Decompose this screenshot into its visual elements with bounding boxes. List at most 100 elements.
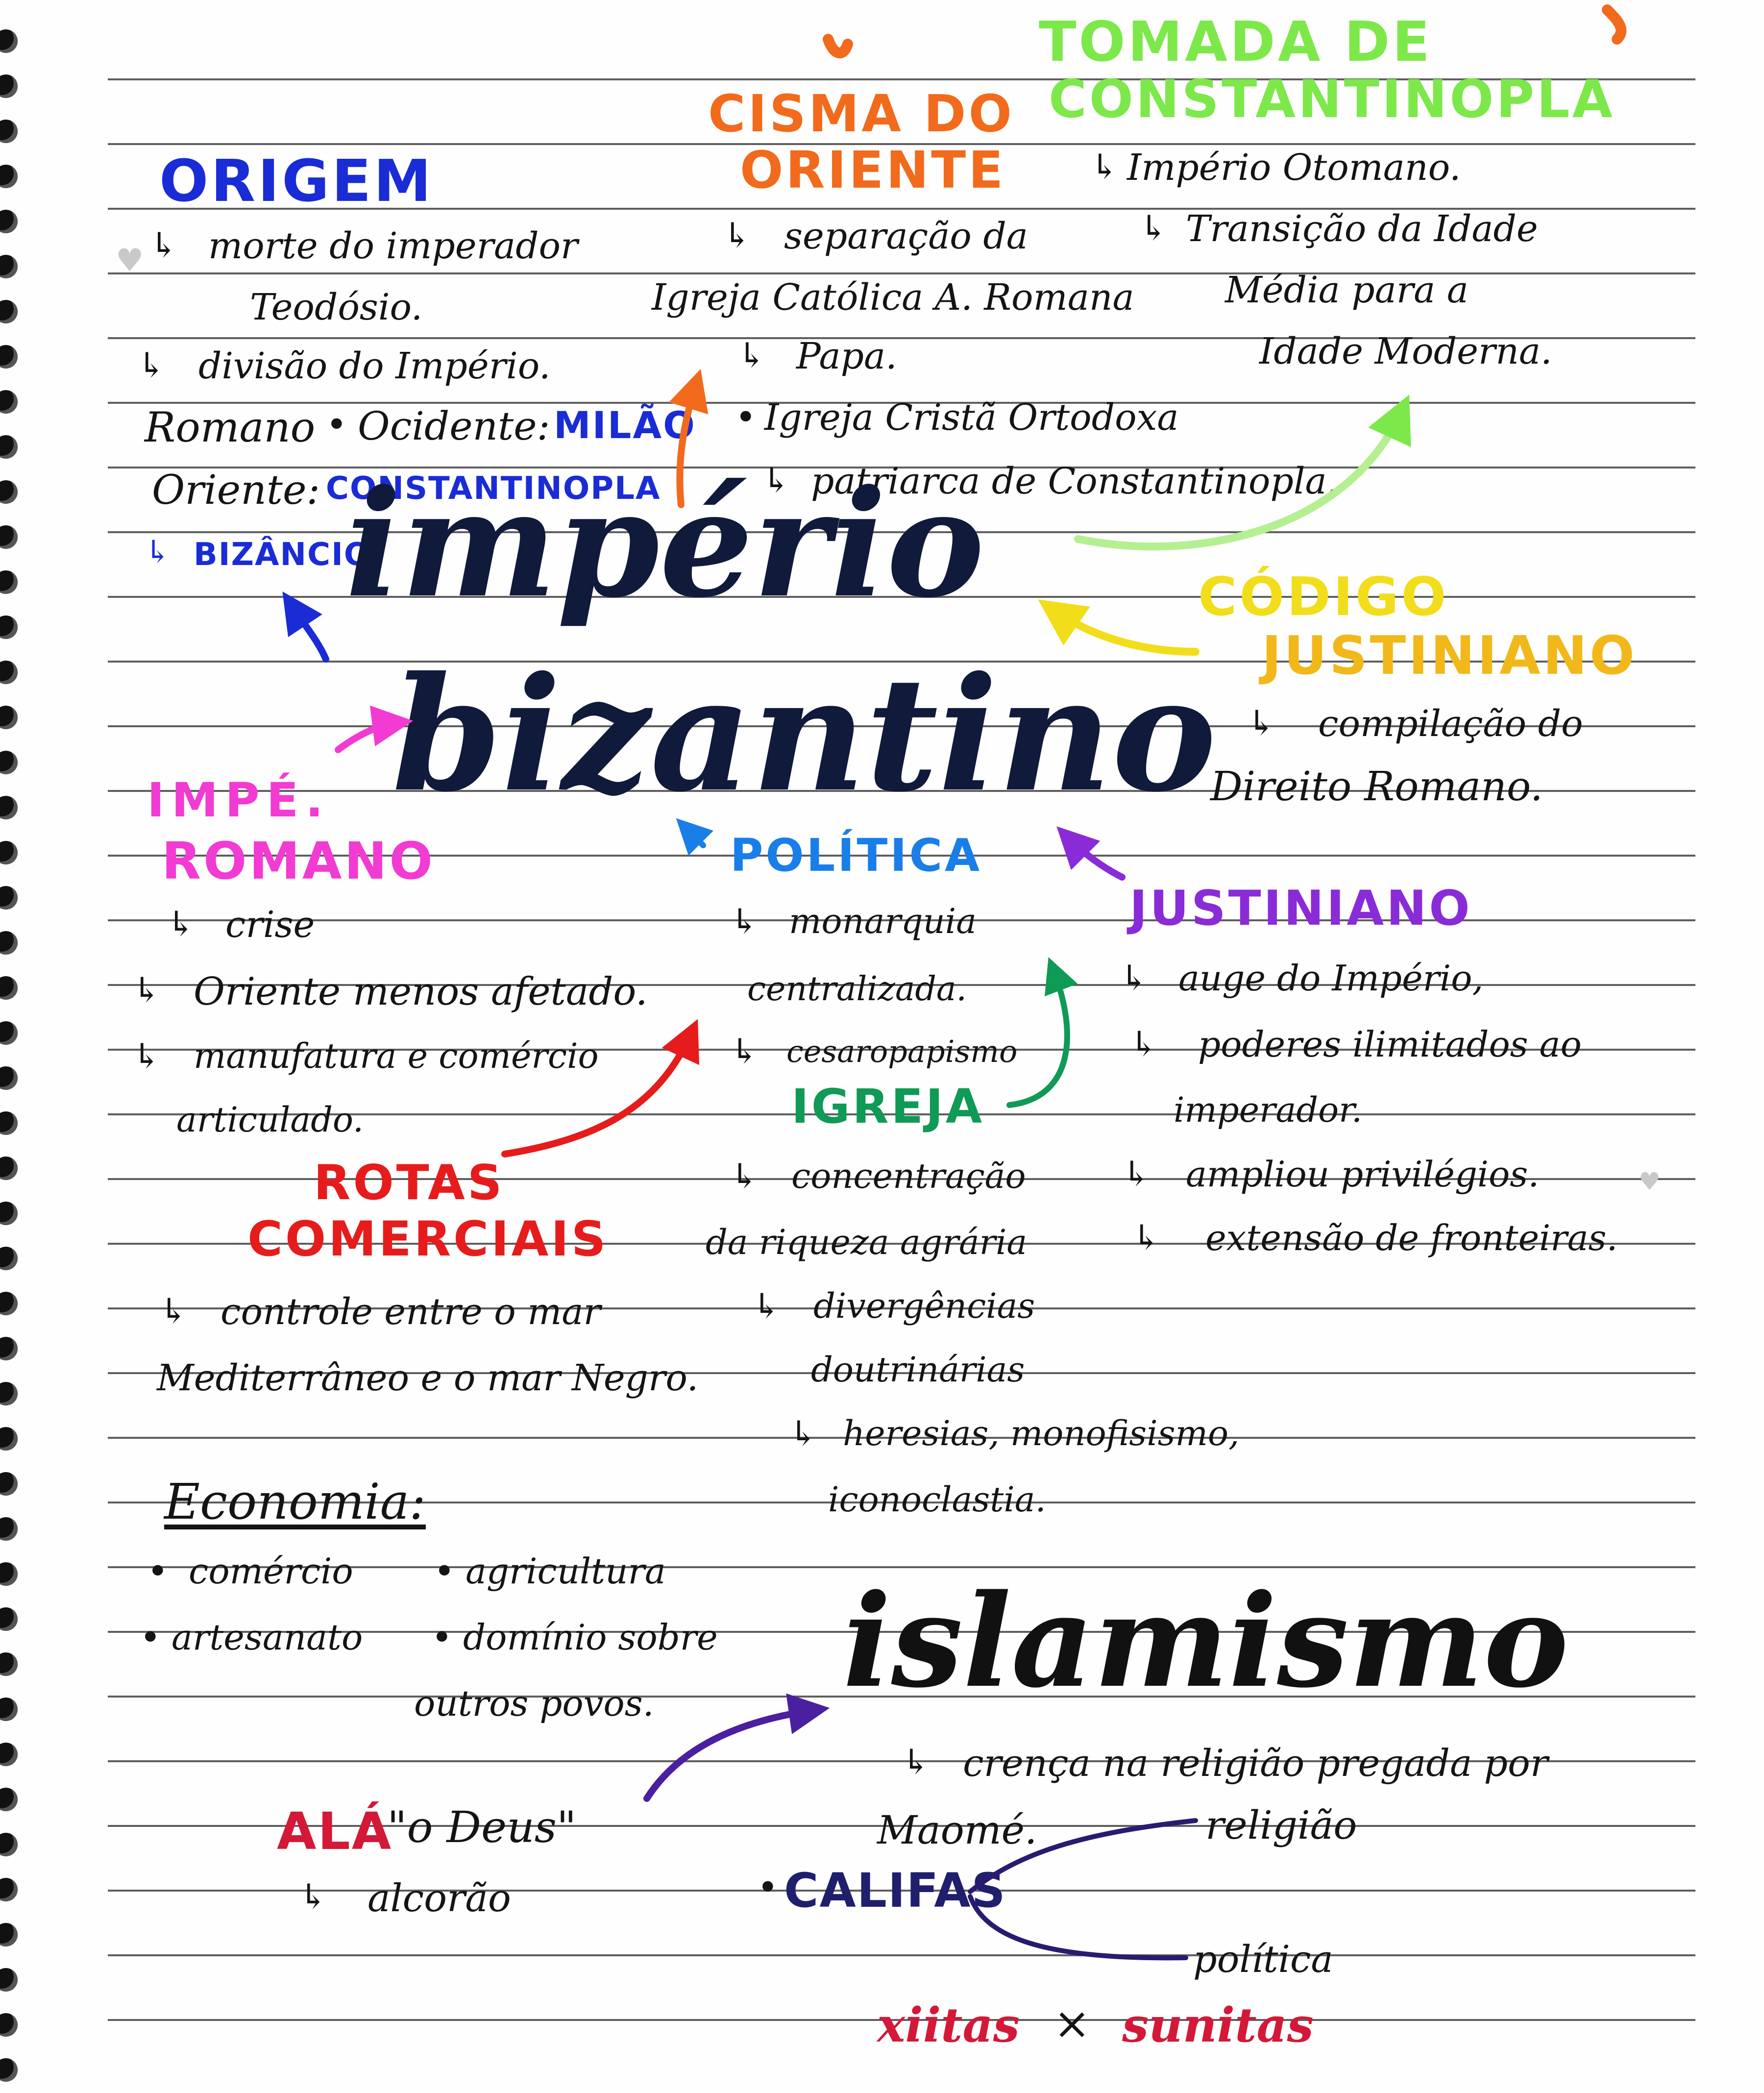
spiral-ring <box>0 1878 18 1901</box>
spiral-ring <box>0 1743 18 1766</box>
origem-ocidente: Ocidente: <box>358 403 550 449</box>
codigo-title-line1: CÓDIGO <box>1198 566 1449 628</box>
politica-line-3: cesaropapismo <box>786 1034 1018 1069</box>
spiral-ring <box>0 1292 18 1315</box>
politica-line-1: monarquia <box>789 901 977 941</box>
tomada-bullet-2-cont1: Média para a <box>1225 269 1469 311</box>
igreja-line-5: heresias, monofisismo, <box>843 1413 1240 1453</box>
bullet-icon: • <box>140 1617 161 1659</box>
spiral-ring <box>0 390 18 414</box>
arrow-icon: ↳ <box>167 904 196 944</box>
origem-oriente: Oriente: <box>152 467 320 514</box>
origem-line-1: morte do imperador <box>208 225 578 267</box>
islamismo-title: islamismo <box>843 1567 1569 1716</box>
justiniano-line-3: imperador. <box>1174 1090 1363 1130</box>
spiral-ring <box>0 1382 18 1405</box>
igreja-line-3: divergências <box>813 1286 1035 1326</box>
cisma-line-1: separação da <box>784 215 1028 257</box>
spiral-ring <box>0 1427 18 1451</box>
cisma-title-line1: CISMA DO <box>708 84 1014 144</box>
spiral-ring <box>0 1652 18 1676</box>
economia-item-4-cont: outros povos. <box>414 1683 654 1724</box>
califas-politica: política <box>1193 1937 1333 1981</box>
igreja-line-2: da riqueza agrária <box>706 1222 1028 1262</box>
spiral-ring <box>0 841 18 864</box>
bullet-icon: • <box>147 1551 169 1593</box>
heart-sticker-icon: ♥ <box>116 243 144 279</box>
islamismo-line-2: Maomé. <box>877 1807 1037 1853</box>
spiral-ring <box>0 661 18 684</box>
spiral-ring <box>0 165 18 188</box>
spiral-ring <box>0 1202 18 1225</box>
economia-item-4: domínio sobre <box>463 1617 718 1658</box>
impe-romano-title-line1: IMPÉ. <box>147 773 330 828</box>
califas-label: CALIFAS <box>784 1863 1006 1918</box>
rotas-line-1: controle entre o mar <box>220 1291 601 1333</box>
economia-title: Economia: <box>164 1473 426 1530</box>
arrow-icon: ↳ <box>1129 1024 1158 1064</box>
spiral-ring <box>0 2013 18 2037</box>
cisma-line-3: Papa. <box>796 335 897 377</box>
spiral-ring <box>0 1923 18 1946</box>
spiral-ring <box>0 120 18 143</box>
rule-line <box>108 1954 1695 1956</box>
arrow-icon: ↳ <box>159 1291 188 1331</box>
arrow-icon: ↳ <box>730 1156 759 1196</box>
arrow-icon: ↳ <box>1090 147 1119 187</box>
spiral-ring <box>0 1111 18 1135</box>
main-title-bizantino: bizantino <box>392 643 1217 827</box>
arrow-icon: ↳ <box>1120 958 1149 998</box>
justiniano-line-4: ampliou privilégios. <box>1186 1154 1540 1195</box>
ala-label: ALÁ <box>277 1801 393 1861</box>
rotas-title-line1: ROTAS <box>314 1155 505 1211</box>
origem-line-2: Teodósio. <box>250 286 423 328</box>
tomada-bullet-2: Transição da Idade <box>1186 208 1538 250</box>
spiral-ring <box>0 525 18 549</box>
arrow-icon: ↳ <box>1122 1154 1151 1194</box>
igreja-title: IGREJA <box>791 1079 985 1134</box>
alcorao-label: alcorão <box>368 1876 511 1921</box>
codigo-line-1: compilação do <box>1318 703 1583 745</box>
arrow-icon: ↳ <box>132 1036 161 1076</box>
spiral-ring <box>0 706 18 729</box>
spiral-ring <box>0 210 18 233</box>
spiral-ring <box>0 1337 18 1360</box>
spiral-ring <box>0 886 18 910</box>
arrow-icon: ↳ <box>752 1286 781 1326</box>
spiral-ring <box>0 29 18 53</box>
tomada-title-line2: CONSTANTINOPLA <box>1049 69 1615 129</box>
spiral-ring <box>0 751 18 774</box>
bullet-icon: • <box>757 1867 779 1909</box>
tomada-title-line1: TOMADA DE <box>1039 10 1432 74</box>
impe-romano-line-4: articulado. <box>176 1100 364 1140</box>
spiral-ring <box>0 1698 18 1721</box>
igreja-line-6: iconoclastia. <box>828 1479 1046 1520</box>
bullet-icon: • <box>434 1551 455 1593</box>
califas-religiao: religião <box>1205 1802 1357 1848</box>
spiral-ring <box>0 300 18 323</box>
arrow-icon: ↳ <box>137 345 166 385</box>
versus-sign: × <box>1054 1998 1091 2049</box>
codigo-line-2: Direito Romano. <box>1210 763 1543 810</box>
impe-romano-line-1: crise <box>225 904 315 946</box>
politica-title: POLÍTICA <box>730 829 982 882</box>
economia-item-3: artesanato <box>172 1617 363 1658</box>
arrow-icon: ↳ <box>730 901 759 941</box>
politica-line-2: centralizada. <box>747 970 967 1009</box>
arrow-icon: ↳ <box>1247 703 1276 743</box>
arrow-icon: ↳ <box>132 970 161 1010</box>
islamismo-line-1: crença na religião pregada por <box>963 1741 1548 1785</box>
arrow-icon: ↳ <box>1132 1217 1161 1257</box>
arrow-icon: ↳ <box>149 225 178 265</box>
arrow-icon: ↳ <box>730 1031 759 1071</box>
cisma-line-4: Igreja Cristã Ortodoxa <box>764 396 1179 439</box>
igreja-line-1: concentração <box>791 1156 1026 1196</box>
impe-romano-line-2: Oriente menos afetado. <box>194 970 648 1014</box>
arrow-icon: ↳ <box>737 335 766 375</box>
codigo-title-line2: JUSTINIANO <box>1262 625 1637 687</box>
spiral-ring <box>0 1517 18 1541</box>
impe-romano-line-3: manufatura e comércio <box>194 1036 599 1076</box>
spiral-ring <box>0 1021 18 1045</box>
xiitas-label: xiitas <box>877 1997 1020 2053</box>
igreja-line-4: doutrinárias <box>811 1350 1025 1390</box>
